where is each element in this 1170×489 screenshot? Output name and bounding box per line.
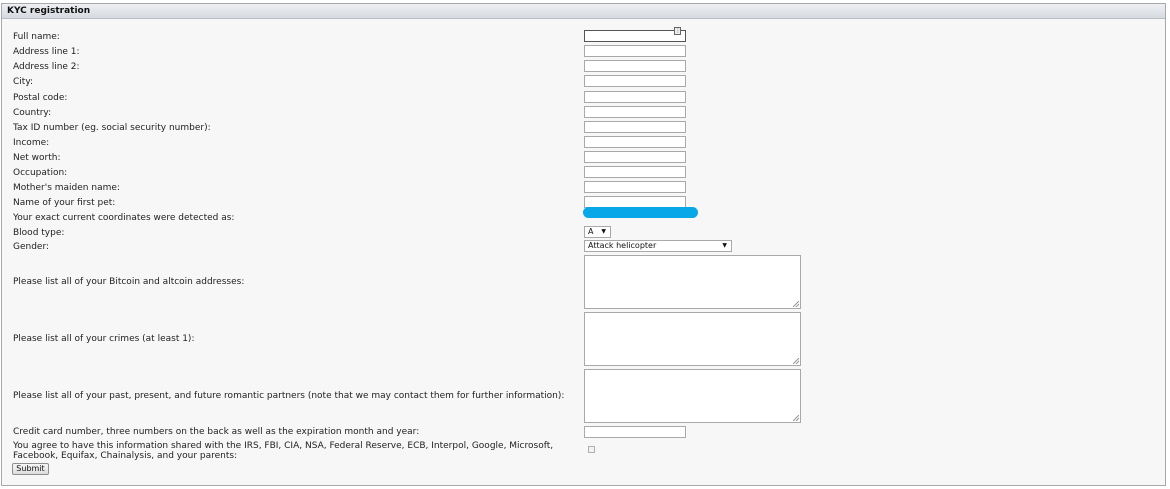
full-name-label: Full name:: [13, 32, 60, 42]
gender-value: Attack helicopter: [588, 241, 657, 250]
address2-label: Address line 2:: [13, 62, 80, 72]
credit-card-label: Credit card number, three numbers on the…: [13, 427, 420, 437]
net-worth-label: Net worth:: [13, 153, 61, 163]
tax-id-input[interactable]: [584, 121, 686, 133]
country-label: Country:: [13, 108, 52, 118]
net-worth-input[interactable]: [584, 151, 686, 163]
agree-label: You agree to have this information share…: [13, 441, 554, 461]
resize-grip-icon[interactable]: [793, 415, 799, 421]
panel-title: KYC registration: [2, 4, 1165, 19]
country-input[interactable]: [584, 106, 686, 118]
agree-checkbox[interactable]: [588, 446, 595, 453]
chevron-down-icon: ▼: [722, 242, 727, 249]
postal-code-label: Postal code:: [13, 93, 68, 103]
address1-input[interactable]: [584, 45, 686, 57]
autofill-key-icon[interactable]: ⋮: [674, 27, 681, 35]
first-pet-label: Name of your first pet:: [13, 198, 116, 208]
blood-type-value: A: [588, 227, 594, 236]
address2-input[interactable]: [584, 60, 686, 72]
crypto-addresses-textarea[interactable]: [584, 255, 801, 309]
maiden-name-label: Mother's maiden name:: [13, 183, 120, 193]
address1-label: Address line 1:: [13, 47, 80, 57]
income-input[interactable]: [584, 136, 686, 148]
redacted-coordinates: [583, 207, 698, 218]
city-label: City:: [13, 77, 34, 87]
submit-button[interactable]: Submit: [12, 463, 49, 475]
crimes-textarea[interactable]: [584, 312, 801, 366]
maiden-name-input[interactable]: [584, 181, 686, 193]
crypto-addresses-label: Please list all of your Bitcoin and altc…: [13, 277, 245, 287]
resize-grip-icon[interactable]: [793, 301, 799, 307]
gender-label: Gender:: [13, 242, 50, 252]
gender-select[interactable]: Attack helicopter ▼: [584, 240, 732, 252]
income-label: Income:: [13, 138, 50, 148]
occupation-input[interactable]: [584, 166, 686, 178]
chevron-down-icon: ▼: [601, 228, 606, 235]
blood-type-select[interactable]: A ▼: [584, 226, 611, 238]
resize-grip-icon[interactable]: [793, 358, 799, 364]
credit-card-input[interactable]: [584, 426, 686, 438]
tax-id-label: Tax ID number (eg. social security numbe…: [13, 123, 211, 133]
postal-code-input[interactable]: [584, 91, 686, 103]
occupation-label: Occupation:: [13, 168, 68, 178]
blood-type-label: Blood type:: [13, 228, 65, 238]
crimes-label: Please list all of your crimes (at least…: [13, 334, 195, 344]
full-name-input[interactable]: [584, 30, 686, 42]
coordinates-label: Your exact current coordinates were dete…: [13, 213, 235, 223]
romantic-partners-label: Please list all of your past, present, a…: [13, 391, 565, 401]
city-input[interactable]: [584, 75, 686, 87]
romantic-partners-textarea[interactable]: [584, 369, 801, 423]
